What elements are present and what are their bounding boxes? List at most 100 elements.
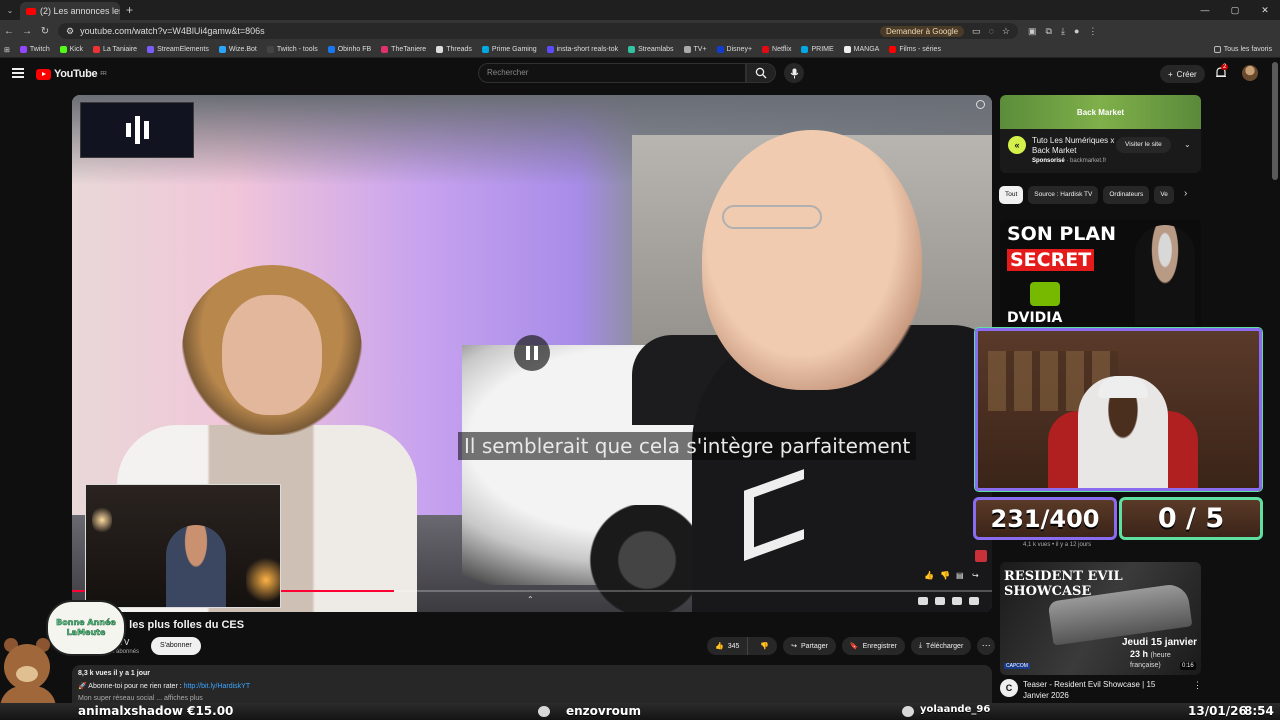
youtube-icon <box>889 46 897 53</box>
all-favorites[interactable]: Tous les favoris <box>1213 46 1272 53</box>
ad-title[interactable]: Tuto Les Numériques x Back Market <box>1032 136 1116 156</box>
back-icon[interactable]: ← <box>0 26 18 37</box>
reload-icon[interactable]: ↻ <box>36 26 54 37</box>
ask-google-button[interactable]: Demander à Google <box>880 25 965 37</box>
folder-icon <box>266 46 274 53</box>
bookmark-item[interactable]: Kick <box>59 46 83 53</box>
folder-icon <box>1213 46 1221 53</box>
browser-tab[interactable]: (2) Les annonces les plus f... × <box>20 2 120 20</box>
fullscreen-icon[interactable] <box>969 597 979 605</box>
ad-banner[interactable]: Back Market <box>1000 95 1201 129</box>
menu-hamburger-icon[interactable] <box>12 68 24 78</box>
url-text: youtube.com/watch?v=W4BlUi4gamw&t=806s <box>80 26 265 36</box>
recommended-thumbnail[interactable]: RESIDENT EVIL SHOWCASE Jeudi 15 janvier … <box>1000 562 1201 675</box>
subscribe-button[interactable]: S'abonner <box>151 637 201 655</box>
apps-icon[interactable]: ⊞ <box>4 46 10 54</box>
like-button[interactable]: 👍 345 <box>707 637 749 655</box>
cast-icon[interactable]: ▭ <box>972 26 981 37</box>
manga-icon <box>843 46 851 53</box>
info-icon[interactable] <box>976 100 985 109</box>
live-chat-icon[interactable] <box>975 550 987 562</box>
close-window-icon[interactable]: ✕ <box>1250 0 1280 20</box>
search-button[interactable] <box>746 63 776 83</box>
bookmark-item[interactable]: Disney+ <box>716 46 752 53</box>
chevron-up-icon[interactable]: ⌃ <box>527 595 534 604</box>
downloads-icon[interactable]: ⤓ <box>1061 26 1065 37</box>
bookmark-star-icon[interactable]: ☆ <box>1002 26 1010 37</box>
channel-avatar[interactable]: C <box>1000 679 1018 697</box>
bookmark-item[interactable]: Twitch - tools <box>266 46 318 53</box>
profile-icon[interactable]: ● <box>1074 26 1079 37</box>
like-icon[interactable]: 👍 <box>924 571 934 580</box>
player-controls <box>918 597 979 605</box>
recommended-title[interactable]: Teaser - Resident Evil Showcase | 15 Jan… <box>1023 679 1183 701</box>
bookmark-item[interactable]: Streamlabs <box>628 46 674 53</box>
autoplay-toggle[interactable] <box>918 597 928 605</box>
chevron-right-icon[interactable]: › <box>1184 188 1187 199</box>
page-scrollbar[interactable] <box>1272 62 1278 180</box>
site-info-icon[interactable]: ⚙ <box>66 26 74 37</box>
share-icon[interactable]: ↪ <box>972 571 981 580</box>
puzzle-icon[interactable]: ⧉ <box>1046 26 1052 37</box>
chevron-down-icon[interactable]: ⌄ <box>1184 140 1191 149</box>
voice-search-button[interactable] <box>784 63 804 83</box>
bookmark-item[interactable]: TheTaniere <box>381 46 426 53</box>
tab-list-icon[interactable]: ⌄ <box>0 6 20 15</box>
forward-icon[interactable]: → <box>18 26 36 37</box>
bookmark-item[interactable]: Twitch <box>19 46 50 53</box>
pause-button[interactable] <box>514 335 550 371</box>
channel-watermark-logo[interactable] <box>80 102 194 158</box>
search-icon <box>755 67 767 79</box>
facebook-icon <box>327 46 335 53</box>
description-link[interactable]: http://bit.ly/HardiskYT <box>184 683 251 690</box>
bookmark-item[interactable]: Netflix <box>762 46 791 53</box>
capcom-logo: CAPCOM <box>1004 663 1030 669</box>
dislike-icon[interactable]: 👎 <box>940 571 950 580</box>
bookmark-item[interactable]: La Taniaire <box>92 46 137 53</box>
create-button[interactable]: + Créer <box>1160 65 1205 83</box>
url-bar[interactable]: ⚙ youtube.com/watch?v=W4BlUi4gamw&t=806s… <box>58 23 1018 39</box>
more-options-icon[interactable]: ⋮ <box>1193 680 1202 691</box>
comment-icon[interactable]: ▤ <box>956 571 965 580</box>
youtube-logo[interactable]: YouTube FR <box>36 68 107 80</box>
secondary-counter: 0 / 5 <box>1119 497 1263 540</box>
chip-source[interactable]: Source : Hardisk TV <box>1028 186 1099 204</box>
search-input[interactable]: Rechercher <box>478 63 746 83</box>
chip-more[interactable]: Ve <box>1154 186 1174 204</box>
new-tab-icon[interactable]: + <box>126 3 133 17</box>
minimize-icon[interactable]: — <box>1190 0 1220 20</box>
bookmark-item[interactable]: Obinho FB <box>327 46 371 53</box>
bookmark-item[interactable]: StreamElements <box>147 46 209 53</box>
hide-icon[interactable]: ◌ <box>989 26 994 36</box>
bookmark-item[interactable]: TV+ <box>683 46 707 53</box>
account-avatar[interactable] <box>1242 65 1258 81</box>
instagram-icon <box>381 46 389 53</box>
recommended-thumbnail[interactable]: SON PLAN SECRET DVIDIA <box>1000 220 1201 328</box>
share-icon: ↪ <box>791 643 797 650</box>
bookmark-item[interactable]: insta-short reals-tok <box>546 46 618 53</box>
more-actions-icon[interactable]: ⋯ <box>977 637 996 655</box>
bookmark-item[interactable]: Threads <box>436 46 472 53</box>
download-button[interactable]: ⤓ Télécharger <box>910 637 972 655</box>
maximize-icon[interactable]: ▢ <box>1220 0 1250 20</box>
microphone-icon <box>790 68 798 78</box>
captions-icon[interactable] <box>935 597 945 605</box>
dislike-button[interactable]: 👎 <box>752 637 777 655</box>
extension-icon[interactable]: ▣ <box>1028 26 1037 37</box>
share-button[interactable]: ↪ Partager <box>783 637 836 655</box>
chip-all[interactable]: Tout <box>999 186 1024 204</box>
bookmark-item[interactable]: Prime Gaming <box>481 46 537 53</box>
bookmark-item[interactable]: Wize.Bot <box>218 46 257 53</box>
bookmark-item[interactable]: MANGA <box>843 46 879 53</box>
bookmark-icon <box>92 46 100 53</box>
bookmark-item[interactable]: Films - séries <box>889 46 941 53</box>
apple-tv-icon <box>683 46 691 53</box>
bookmark-icon: 🔖 <box>849 643 859 650</box>
bookmark-item[interactable]: PRIME <box>801 46 834 53</box>
settings-icon[interactable] <box>952 597 962 605</box>
visit-site-button[interactable]: Visiter le site <box>1116 137 1171 153</box>
threads-icon <box>436 46 444 53</box>
menu-icon[interactable]: ⋮ <box>1088 26 1097 37</box>
save-button[interactable]: 🔖 Enregistrer <box>841 637 905 655</box>
chip-computers[interactable]: Ordinateurs <box>1103 186 1150 204</box>
